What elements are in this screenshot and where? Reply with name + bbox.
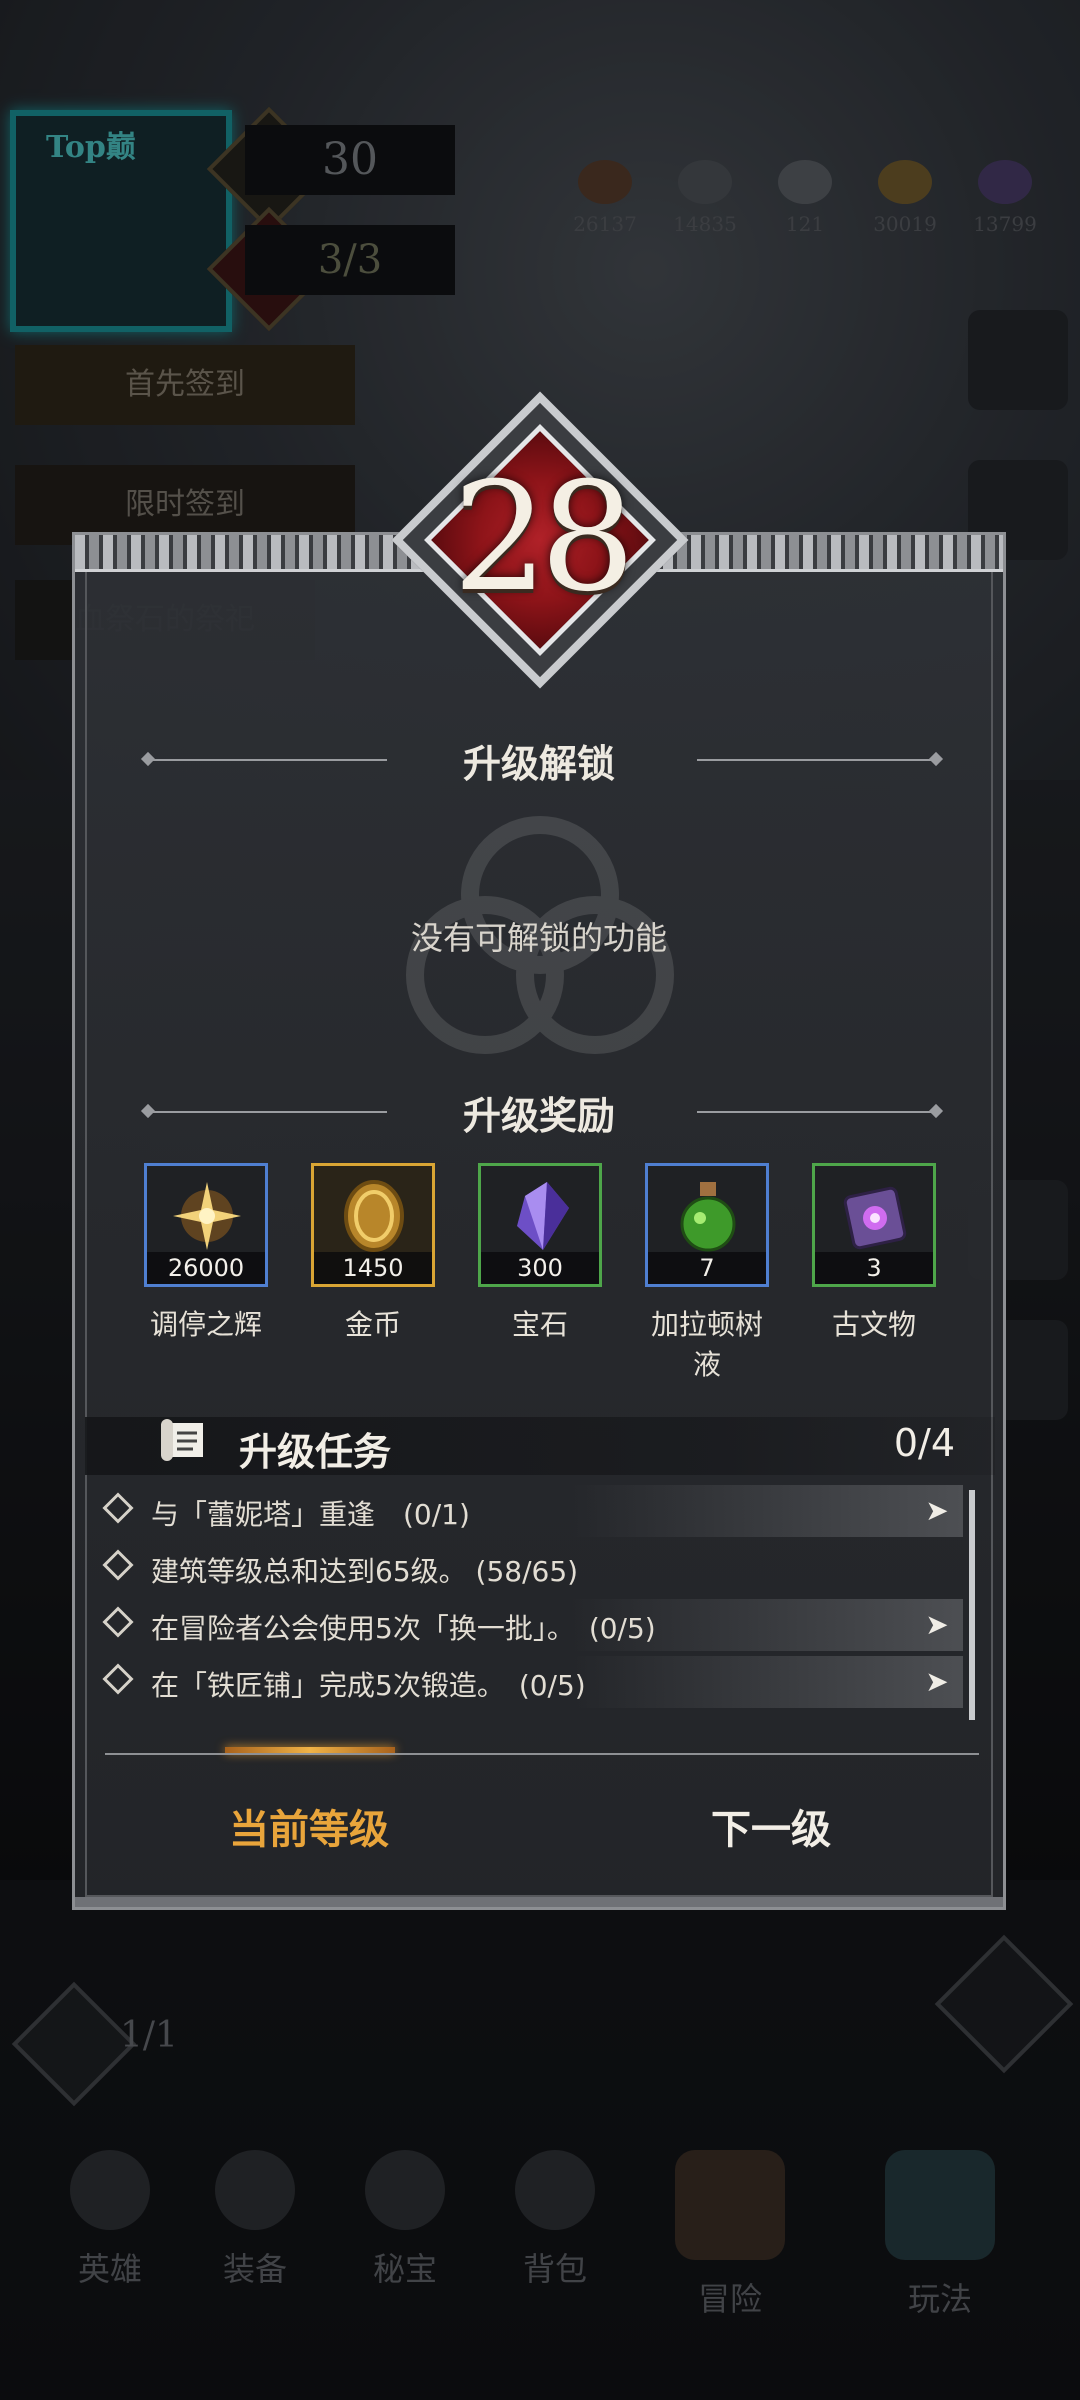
task-title: 升级任务 — [239, 1430, 392, 1474]
reward-item[interactable]: 1450 金币 — [308, 1163, 438, 1343]
diamond-bullet-icon — [102, 1492, 134, 1524]
go-arrow-icon[interactable]: ➤ — [921, 1666, 953, 1698]
relic-icon — [843, 1186, 907, 1250]
reward-name: 古文物 — [831, 1308, 916, 1341]
reward-frame: 1450 — [311, 1163, 435, 1287]
task-text: 在「铁匠铺」完成5次锻造。 (0/5) — [151, 1669, 586, 1702]
reward-name: 调停之辉 — [149, 1308, 262, 1341]
diamond-bullet-icon — [102, 1549, 134, 1581]
task-row: 建筑等级总和达到65级。 (58/65) — [93, 1542, 963, 1594]
level-badge: 28 — [391, 391, 689, 689]
reward-qty: 300 — [481, 1252, 599, 1284]
gold-coin-icon — [344, 1180, 404, 1252]
reward-frame: 300 — [478, 1163, 602, 1287]
reward-qty: 1450 — [314, 1252, 432, 1284]
scroll-icon — [161, 1419, 203, 1461]
task-text: 与「蕾妮塔」重逢 (0/1) — [151, 1498, 470, 1531]
reward-item[interactable]: 26000 调停之辉 — [141, 1163, 271, 1343]
tab-current-level[interactable]: 当前等级 — [159, 1797, 459, 1855]
reward-name: 加拉顿树液 — [650, 1308, 763, 1381]
reward-qty: 26000 — [147, 1252, 265, 1284]
reward-frame: 7 — [645, 1163, 769, 1287]
reward-qty: 3 — [815, 1252, 933, 1284]
task-row[interactable]: 与「蕾妮塔」重逢 (0/1) ➤ — [93, 1485, 963, 1537]
diamond-bullet-icon — [102, 1663, 134, 1695]
gem-crystal-icon — [517, 1182, 569, 1250]
task-progress: 0/4 — [893, 1421, 955, 1465]
tab-next-level[interactable]: 下一级 — [621, 1797, 921, 1855]
task-scrollbar[interactable] — [969, 1490, 975, 1720]
reward-title: 升级奖励 — [462, 1094, 615, 1138]
unlock-title: 升级解锁 — [462, 742, 615, 786]
tab-divider — [105, 1753, 979, 1755]
reward-item[interactable]: 7 加拉顿树液 — [642, 1163, 772, 1383]
unlock-empty-message: 没有可解锁的功能 — [410, 919, 667, 957]
level-up-panel: 升级解锁 没有可解锁的功能 升级奖励 26000 调停之辉 1450 金币 30… — [72, 532, 1006, 1910]
scrollbar-thumb[interactable] — [969, 1490, 975, 1720]
go-arrow-icon[interactable]: ➤ — [921, 1609, 953, 1641]
reward-name: 宝石 — [511, 1308, 568, 1341]
reward-frame: 3 — [812, 1163, 936, 1287]
task-text: 在冒险者公会使用5次「换一批」。 (0/5) — [151, 1612, 656, 1645]
diamond-bullet-icon — [102, 1606, 134, 1638]
go-arrow-icon[interactable]: ➤ — [921, 1495, 953, 1527]
level-number: 28 — [452, 451, 636, 625]
reward-item[interactable]: 3 古文物 — [809, 1163, 939, 1343]
reward-qty: 7 — [648, 1252, 766, 1284]
reward-name: 金币 — [344, 1308, 401, 1341]
reward-item[interactable]: 300 宝石 — [475, 1163, 605, 1343]
task-header: 升级任务 0/4 — [85, 1417, 995, 1475]
radiance-star-icon — [173, 1182, 241, 1250]
task-text: 建筑等级总和达到65级。 (58/65) — [151, 1555, 579, 1588]
reward-frame: 26000 — [144, 1163, 268, 1287]
task-row[interactable]: 在冒险者公会使用5次「换一批」。 (0/5) ➤ — [93, 1599, 963, 1651]
panel-bottom-border — [75, 1897, 1003, 1907]
potion-icon — [680, 1182, 736, 1252]
task-row[interactable]: 在「铁匠铺」完成5次锻造。 (0/5) ➤ — [93, 1656, 963, 1708]
